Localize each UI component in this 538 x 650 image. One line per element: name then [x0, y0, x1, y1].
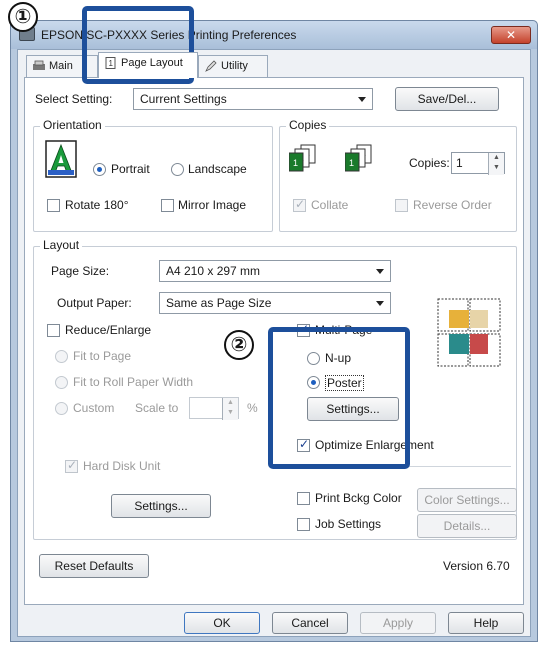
output-paper-value: Same as Page Size: [166, 296, 272, 310]
save-del-button[interactable]: Save/Del...: [395, 87, 499, 111]
select-setting-value: Current Settings: [140, 92, 227, 106]
callout-marker-one: ①: [8, 2, 38, 32]
copies-group: Copies: [279, 118, 517, 232]
job-settings-label: Job Settings: [315, 517, 382, 531]
svg-text:1: 1: [293, 158, 298, 168]
fit-to-page-radio[interactable]: [55, 350, 68, 363]
dialog-body: Main 1 Page Layout Utility Select Settin…: [17, 49, 531, 637]
layout-title: Layout: [40, 238, 83, 252]
poster-radio[interactable]: [307, 376, 320, 389]
collated-copies-icon-2: 3 2 1: [345, 144, 372, 172]
page-size-value: A4 210 x 297 mm: [166, 264, 261, 278]
portrait-label: Portrait: [111, 162, 150, 176]
collated-copies-icon: 3 2 1: [289, 144, 316, 172]
copies-spinner[interactable]: ▲ ▼: [488, 153, 504, 175]
job-settings-checkbox[interactable]: [297, 518, 310, 531]
window-title: EPSON SC-PXXXX Series Printing Preferenc…: [41, 28, 297, 42]
hard-disk-label: Hard Disk Unit: [83, 459, 161, 473]
printer-icon: [33, 60, 45, 70]
mirror-image-label: Mirror Image: [178, 198, 247, 212]
select-setting-label: Select Setting:: [35, 92, 113, 106]
percent-label: %: [247, 401, 258, 415]
tab-main-label: Main: [49, 60, 73, 72]
fit-roll-radio[interactable]: [55, 376, 68, 389]
reduce-enlarge-checkbox[interactable]: [47, 324, 60, 337]
tab-page-layout[interactable]: 1 Page Layout: [98, 52, 198, 78]
custom-label: Custom: [73, 401, 115, 415]
multi-page-settings-button[interactable]: Settings...: [307, 397, 399, 421]
chevron-down-icon: [358, 97, 366, 102]
page-icon: 1: [105, 57, 116, 69]
poster-preview-icon: [437, 298, 501, 367]
hard-disk-settings-button[interactable]: Settings...: [111, 494, 211, 518]
version-label: Version 6.70: [443, 559, 510, 573]
apply-button[interactable]: Apply: [360, 612, 436, 634]
cancel-button[interactable]: Cancel: [272, 612, 348, 634]
copies-input[interactable]: 1 ▲ ▼: [451, 152, 505, 175]
portrait-preview-icon: [45, 140, 77, 178]
landscape-radio[interactable]: [171, 163, 184, 176]
scale-input[interactable]: ▲ ▼: [189, 397, 239, 420]
printing-preferences-window: EPSON SC-PXXXX Series Printing Preferenc…: [10, 20, 538, 642]
tab-main[interactable]: Main: [26, 55, 98, 77]
reverse-order-label: Reverse Order: [413, 198, 492, 212]
n-up-radio[interactable]: [307, 352, 320, 365]
landscape-label: Landscape: [188, 162, 247, 176]
divider: [293, 466, 511, 467]
fit-to-page-label: Fit to Page: [73, 349, 132, 363]
orientation-title: Orientation: [40, 118, 105, 132]
optimize-enlargement-label: Optimize Enlargement: [315, 438, 434, 452]
callout-marker-two: ②: [224, 330, 254, 360]
tab-utility-label: Utility: [221, 60, 248, 72]
custom-radio[interactable]: [55, 402, 68, 415]
title-bar: EPSON SC-PXXXX Series Printing Preferenc…: [11, 21, 537, 49]
reduce-enlarge-label: Reduce/Enlarge: [65, 323, 152, 337]
mirror-image-checkbox[interactable]: [161, 199, 174, 212]
multi-page-label: Multi-Page: [315, 323, 373, 337]
collate-label: Collate: [311, 198, 349, 212]
rotate-180-label: Rotate 180°: [65, 198, 129, 212]
output-paper-combo[interactable]: Same as Page Size: [159, 292, 391, 314]
reset-defaults-button[interactable]: Reset Defaults: [39, 554, 149, 578]
tab-utility[interactable]: Utility: [198, 55, 268, 77]
copies-value: 1: [456, 156, 463, 170]
hard-disk-checkbox[interactable]: ✓: [65, 458, 78, 473]
output-paper-label: Output Paper:: [57, 296, 132, 310]
rotate-180-checkbox[interactable]: [47, 199, 60, 212]
color-settings-button[interactable]: Color Settings...: [417, 488, 517, 512]
scale-spinner[interactable]: ▲ ▼: [222, 398, 238, 420]
tab-page-layout-label: Page Layout: [121, 57, 183, 69]
optimize-enlargement-checkbox[interactable]: ✓: [297, 437, 310, 452]
ok-button[interactable]: OK: [184, 612, 260, 634]
scale-to-label: Scale to: [135, 401, 179, 415]
print-bckg-color-checkbox[interactable]: [297, 492, 310, 505]
chevron-down-icon: [376, 269, 384, 274]
svg-text:1: 1: [109, 59, 114, 68]
portrait-radio[interactable]: [93, 163, 106, 176]
fit-roll-label: Fit to Roll Paper Width: [73, 375, 194, 389]
chevron-down-icon: [376, 301, 384, 306]
reverse-order-checkbox[interactable]: [395, 199, 408, 212]
copies-title: Copies: [286, 118, 330, 132]
multi-page-checkbox[interactable]: ✓: [297, 322, 310, 337]
details-button[interactable]: Details...: [417, 514, 517, 538]
page-size-label: Page Size:: [51, 264, 110, 278]
pencil-icon: [205, 60, 217, 72]
select-setting-combo[interactable]: Current Settings: [133, 88, 373, 110]
print-bckg-color-label: Print Bckg Color: [315, 491, 402, 505]
svg-text:1: 1: [349, 158, 354, 168]
page-layout-panel: Select Setting: Current Settings Save/De…: [24, 77, 524, 605]
collate-checkbox[interactable]: ✓: [293, 197, 306, 212]
poster-label: Poster: [325, 375, 364, 391]
help-button[interactable]: Help: [448, 612, 524, 634]
close-button[interactable]: ✕: [491, 26, 531, 44]
n-up-label: N-up: [325, 351, 352, 365]
page-size-combo[interactable]: A4 210 x 297 mm: [159, 260, 391, 282]
copies-label: Copies:: [409, 156, 450, 170]
